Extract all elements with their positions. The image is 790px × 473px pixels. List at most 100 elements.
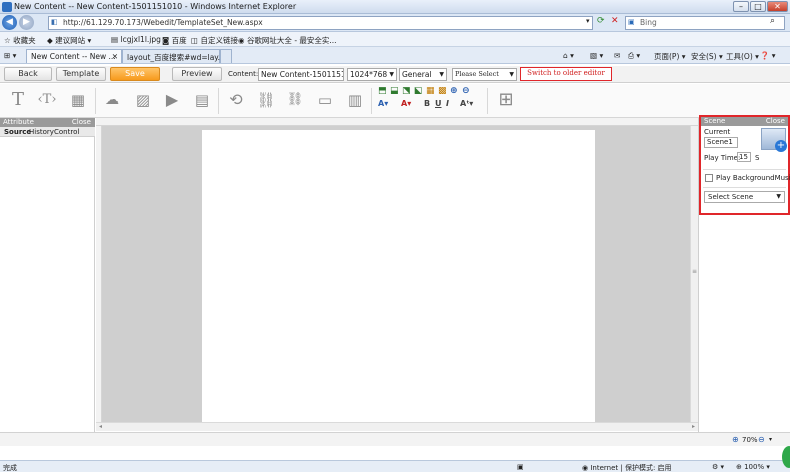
scene-name-input[interactable]: Scene1 <box>704 137 738 148</box>
frame-tool-icon[interactable]: ▭ <box>315 90 335 110</box>
rotate-tool-icon[interactable]: ⟲ <box>226 90 246 110</box>
fav-google-sites[interactable]: ◉ 谷歌网址大全 - 最安全实... <box>238 35 337 46</box>
fav-suggested-sites[interactable]: ◆ 建议网站 ▾ <box>47 35 91 46</box>
unlink-tool-icon[interactable]: ⛓ <box>285 90 305 110</box>
refresh-icon[interactable]: ⟳ <box>597 16 605 26</box>
scene-divider <box>703 187 786 188</box>
document-tool-icon[interactable]: ▤ <box>192 90 212 110</box>
save-button[interactable]: Save <box>110 67 160 81</box>
bg-music-checkbox[interactable] <box>705 174 713 182</box>
widget-grid-icon[interactable]: ⊞ <box>496 90 516 110</box>
align-left-icon[interactable]: ⬒ <box>378 86 387 96</box>
scroll-left-icon[interactable]: ◂ <box>99 423 102 430</box>
image-tool-icon[interactable]: ▨ <box>133 90 153 110</box>
select-scene-dropdown[interactable]: Select Scene ▼ <box>704 191 785 203</box>
grid-icon[interactable]: ▦ <box>426 86 435 96</box>
calendar-tool-icon[interactable]: ▦ <box>68 90 88 110</box>
print-icon[interactable]: ⎙ ▾ <box>628 51 640 61</box>
canvas-page[interactable] <box>202 130 595 422</box>
type-select[interactable]: General ▼ <box>399 68 447 81</box>
search-input[interactable]: Bing <box>625 16 785 30</box>
align-right-icon[interactable]: ⬔ <box>402 86 411 96</box>
bg-color-icon[interactable]: A▾ <box>401 99 411 108</box>
tab-close-icon[interactable]: ✕ <box>112 52 118 61</box>
url-input[interactable]: http://61.129.70.173/Webedit/TemplateSet… <box>48 16 593 30</box>
tab-control[interactable]: Control <box>54 128 79 136</box>
play-time-input[interactable]: 15 <box>737 152 751 162</box>
menu-safety[interactable]: 安全(S) ▾ <box>691 51 723 62</box>
zoom-out-small-icon[interactable]: ⊖ <box>758 435 765 444</box>
toolbar-divider <box>371 88 372 114</box>
text-tool-icon[interactable]: T <box>8 90 28 110</box>
new-tab-button[interactable] <box>220 49 232 63</box>
window-title: New Content -- New Content-1501151010 - … <box>14 2 297 11</box>
browser-tab-layout[interactable]: layout_百度搜索#wd=lay... <box>122 49 225 63</box>
green-orb-icon <box>782 446 790 468</box>
layout-tool-icon[interactable]: ▥ <box>345 90 365 110</box>
scene-close-button[interactable]: Close <box>766 117 785 126</box>
text-effect-tool-icon[interactable]: ‹T› <box>37 90 57 110</box>
underline-icon[interactable]: U <box>435 99 442 108</box>
maximize-button[interactable]: □ <box>750 1 766 12</box>
status-page-icon: ▣ <box>517 463 524 471</box>
content-label: Content: <box>228 70 259 78</box>
italic-icon[interactable]: I <box>446 99 449 108</box>
zoom-out-icon[interactable]: ⊖ <box>462 86 470 96</box>
font-size-icon[interactable]: Aᵗ▾ <box>460 99 473 108</box>
preview-button[interactable]: Preview <box>172 67 222 81</box>
zoom-in-icon[interactable]: ⊕ <box>450 86 458 96</box>
url-dropdown-icon[interactable]: ▾ <box>586 17 590 25</box>
fav-custom-links[interactable]: ◫ 自定义链接 <box>191 35 238 46</box>
horizontal-scrollbar[interactable]: ◂ ▸ <box>96 422 698 431</box>
stop-icon[interactable]: ✕ <box>611 16 619 26</box>
template-button[interactable]: Template <box>56 67 106 81</box>
link-tool-icon[interactable]: ⛓ <box>256 90 276 110</box>
size-select[interactable]: 1024*768 ▼ <box>347 68 397 81</box>
feeds-icon[interactable]: ▧ ▾ <box>590 51 603 60</box>
browser-tab-bar: ⊞ ▾ New Content -- New ... ✕ layout_百度搜索… <box>0 47 790 64</box>
menu-tools[interactable]: 工具(O) ▾ <box>726 51 759 62</box>
mail-icon[interactable]: ✉ <box>614 51 620 60</box>
tab-source[interactable]: Source <box>4 128 31 136</box>
vertical-scrollbar[interactable]: ≡ <box>690 126 698 422</box>
attribute-close-button[interactable]: Close <box>72 118 91 127</box>
scroll-right-icon[interactable]: ▸ <box>692 423 695 430</box>
back-button[interactable]: Back <box>4 67 52 81</box>
browser-tab-active[interactable]: New Content -- New ... ✕ <box>26 49 122 63</box>
menu-help[interactable]: ❓ ▾ <box>760 51 776 60</box>
please-select-dropdown[interactable]: Please Select ▼ <box>452 68 517 81</box>
status-zoom[interactable]: ⊕ 100% ▾ <box>736 463 770 471</box>
favorites-star-button[interactable]: ☆ 收藏夹 <box>4 35 36 46</box>
add-scene-button[interactable]: + <box>761 128 787 152</box>
weather-tool-icon[interactable]: ☁ <box>102 90 122 110</box>
zoom-dropdown-icon[interactable]: ▾ <box>769 436 772 443</box>
align-center-icon[interactable]: ⬓ <box>390 86 399 96</box>
horizontal-ruler <box>96 118 698 126</box>
home-icon[interactable]: ⌂ ▾ <box>563 51 574 60</box>
insert-toolbar: T ‹T› ▦ ☁ ▨ ▶ ▤ ⟲ ⛓ ⛓ ▭ ▥ ⬒ ⬓ ⬔ ⬕ ▦ ▩ ⊕ … <box>0 84 790 118</box>
font-color-icon[interactable]: A▾ <box>378 99 388 108</box>
menu-page[interactable]: 页面(P) ▾ <box>654 51 686 62</box>
switch-older-editor-link[interactable]: Switch to older editor <box>520 67 612 81</box>
fav-lcgjx[interactable]: ▤ lcgjxl1l.jpg <box>111 35 161 44</box>
window-titlebar: New Content -- New Content-1501151010 - … <box>0 0 790 14</box>
zoom-bar: ⊕ 70% ⊖ ▾ <box>0 432 790 446</box>
quick-tabs-icon[interactable]: ⊞ ▾ <box>4 51 16 60</box>
bold-icon[interactable]: B <box>424 99 430 108</box>
favorites-bar: ☆ 收藏夹 ◆ 建议网站 ▾ ▤ lcgjxl1l.jpg ◙ 百度 ◫ 自定义… <box>0 32 790 47</box>
forward-nav-icon[interactable]: ▶ <box>19 15 34 30</box>
align-top-icon[interactable]: ⬕ <box>414 86 423 96</box>
status-security-icon[interactable]: ⚙ ▾ <box>712 463 724 471</box>
distribute-icon[interactable]: ▩ <box>438 86 447 96</box>
content-name-input[interactable]: New Content-1501151010 <box>258 68 344 81</box>
tab-history[interactable]: History <box>29 128 54 136</box>
video-tool-icon[interactable]: ▶ <box>162 90 182 110</box>
scene-panel-title: Scene <box>704 117 726 125</box>
attribute-tabs: Source History Control <box>0 127 95 137</box>
fav-baidu[interactable]: ◙ 百度 <box>162 35 187 46</box>
minimize-button[interactable]: – <box>733 1 749 12</box>
zoom-in-small-icon[interactable]: ⊕ <box>732 435 739 444</box>
search-icon[interactable]: ⌕ <box>770 16 775 26</box>
back-nav-icon[interactable]: ◀ <box>2 15 17 30</box>
close-window-button[interactable]: ✕ <box>767 1 788 12</box>
